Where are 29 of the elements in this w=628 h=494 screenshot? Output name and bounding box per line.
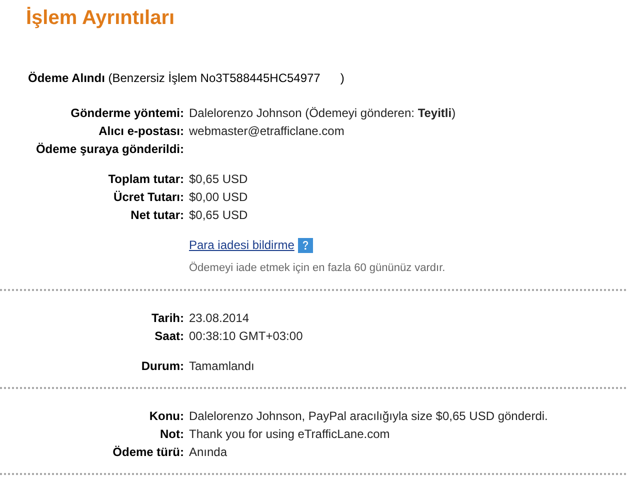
field-value: 00:38:10 GMT+03:00	[189, 328, 303, 345]
refund-note: Ödemeyi iade etmek için en fazla 60 gününüz vardır.	[189, 260, 446, 276]
refund-link[interactable]: Para iadesi bildirme	[189, 236, 294, 254]
field-label: Alıcı e-postası:	[98, 123, 184, 140]
field-value: Dalelorenzo Johnson, PayPal aracılığıyla size $0,65 USD gönderdi.	[189, 408, 548, 425]
field-label: Saat:	[154, 328, 184, 345]
help-icon[interactable]	[298, 238, 314, 252]
field-label: Ödeme türü:	[112, 444, 184, 461]
field-value: $0,65 USD	[189, 171, 248, 188]
status-label: Ödeme Alındı	[28, 71, 105, 85]
transaction-id: (Benzersiz İşlem No3T588445HC54977 )	[108, 71, 344, 85]
field-label: Konu:	[148, 408, 184, 425]
field-label: Ücret Tutarı:	[112, 189, 184, 206]
page-title: İşlem Ayrıntıları	[26, 6, 176, 31]
field-value: Tamamlandı	[189, 358, 254, 375]
field-label: Gönderme yöntemi:	[70, 105, 184, 122]
field-label: Not:	[159, 426, 184, 443]
field-value: Anında	[189, 444, 228, 461]
field-value: $0,00 USD	[189, 189, 248, 206]
field-value: $0,65 USD	[189, 207, 248, 224]
field-value: webmaster@etrafficlane.com	[189, 123, 344, 140]
field-label: Durum:	[140, 358, 184, 375]
field-label: Ödeme şuraya gönderildi:	[34, 141, 184, 158]
field-value: Thank you for using eTrafficLane.com	[189, 426, 390, 443]
field-value: Dalelorenzo Johnson (Ödemeyi gönderen: Teyitli)	[189, 105, 456, 122]
field-value: 23.08.2014	[189, 310, 250, 327]
field-label: Tarih:	[150, 310, 184, 327]
field-label: Net tutar:	[130, 207, 184, 224]
field-label: Toplam tutar:	[107, 171, 184, 188]
